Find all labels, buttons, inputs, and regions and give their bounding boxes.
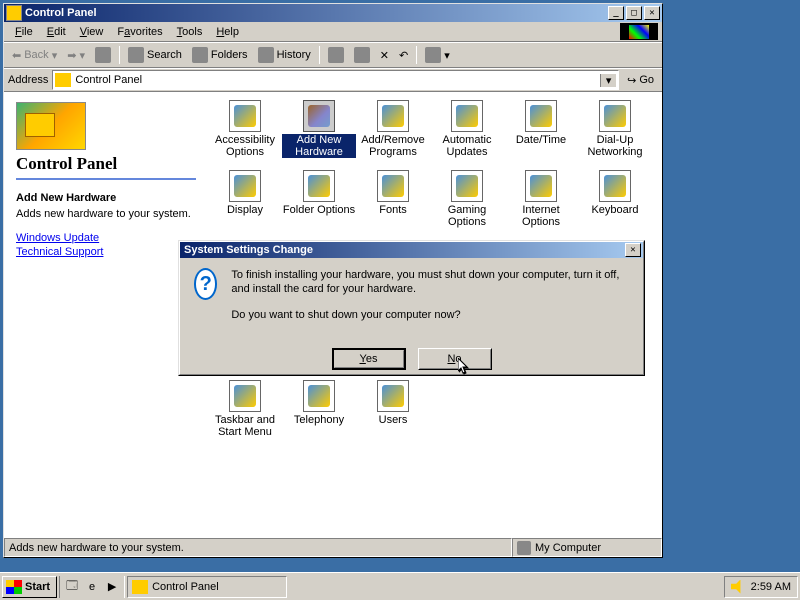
icon-keyboard[interactable]: Keyboard — [578, 170, 652, 240]
link-windows-update[interactable]: Windows Update — [16, 232, 192, 244]
dialog-text: To finish installing your hardware, you … — [231, 268, 629, 334]
titlebar[interactable]: Control Panel _ □ ✕ — [4, 4, 662, 22]
folder-icon — [6, 5, 22, 21]
history-icon — [258, 47, 274, 63]
windows-logo-icon — [620, 23, 658, 40]
icon-internet-options[interactable]: Internet Options — [504, 170, 578, 240]
back-button[interactable]: ⬅ Back ▾ — [8, 47, 61, 64]
maximize-button[interactable]: □ — [626, 6, 642, 20]
menubar: File Edit View Favorites Tools Help — [4, 22, 662, 42]
search-icon — [128, 47, 144, 63]
link-technical-support[interactable]: Technical Support — [16, 246, 192, 258]
taskbar-item-control-panel[interactable]: Control Panel — [127, 576, 287, 598]
system-tray[interactable]: 2:59 AM — [724, 576, 798, 598]
dialog-titlebar[interactable]: System Settings Change ✕ — [180, 242, 643, 258]
quick-launch: 🗔 e ▶ — [59, 576, 125, 598]
forward-button[interactable]: ➡ ▾ — [63, 47, 89, 64]
ie-icon[interactable]: e — [82, 577, 102, 597]
dialog-system-settings-change: System Settings Change ✕ ? To finish ins… — [178, 240, 645, 376]
menu-view[interactable]: View — [73, 24, 111, 40]
status-text: Adds new hardware to your system. — [4, 538, 512, 557]
icon-display[interactable]: Display — [208, 170, 282, 240]
go-button[interactable]: ↪ Go — [623, 72, 658, 89]
sidebar: Control Panel Add New Hardware Adds new … — [4, 92, 204, 537]
statusbar: Adds new hardware to your system. My Com… — [4, 537, 662, 557]
start-button[interactable]: Start — [2, 576, 57, 598]
chevron-down-icon[interactable]: ▾ — [600, 74, 616, 87]
computer-icon — [517, 541, 531, 555]
views-button[interactable]: ▾ — [421, 45, 454, 65]
sidebar-banner-icon — [16, 102, 86, 150]
close-button[interactable]: ✕ — [644, 6, 660, 20]
address-bar: Address Control Panel ▾ ↪ Go — [4, 68, 662, 92]
folders-icon — [192, 47, 208, 63]
copyto-button[interactable] — [350, 45, 374, 65]
selected-item-name: Add New Hardware — [16, 192, 192, 204]
moveto-button[interactable] — [324, 45, 348, 65]
folder-icon — [55, 73, 71, 87]
menu-file[interactable]: File — [8, 24, 40, 40]
icon-date-time[interactable]: Date/Time — [504, 100, 578, 170]
show-desktop-icon[interactable]: 🗔 — [62, 577, 82, 597]
selected-item-desc: Adds new hardware to your system. — [16, 208, 192, 220]
icon-folder-options[interactable]: Folder Options — [282, 170, 356, 240]
no-button[interactable]: No — [418, 348, 492, 370]
icon-add-new-hardware[interactable]: Add New Hardware — [282, 100, 356, 170]
history-button[interactable]: History — [254, 45, 315, 65]
icon-add-remove-programs[interactable]: Add/Remove Programs — [356, 100, 430, 170]
icon-gaming-options[interactable]: Gaming Options — [430, 170, 504, 240]
status-zone: My Computer — [512, 538, 662, 557]
delete-button[interactable]: ✕ — [376, 47, 393, 64]
toolbar: ⬅ Back ▾ ➡ ▾ Search Folders History ✕ ↶ … — [4, 42, 662, 68]
folder-icon — [132, 580, 148, 594]
windows-logo-icon — [6, 580, 22, 594]
icon-accessibility-options[interactable]: Accessibility Options — [208, 100, 282, 170]
page-title: Control Panel — [16, 154, 192, 174]
up-button[interactable] — [91, 45, 115, 65]
icon-taskbar-start-menu[interactable]: Taskbar and Start Menu — [208, 380, 282, 450]
minimize-button[interactable]: _ — [608, 6, 624, 20]
address-input[interactable]: Control Panel ▾ — [52, 70, 619, 90]
folders-button[interactable]: Folders — [188, 45, 252, 65]
icon-dial-up-networking[interactable]: Dial-Up Networking — [578, 100, 652, 170]
dialog-close-button[interactable]: ✕ — [625, 243, 641, 257]
volume-icon[interactable] — [731, 580, 745, 594]
menu-edit[interactable]: Edit — [40, 24, 73, 40]
media-player-icon[interactable]: ▶ — [102, 577, 122, 597]
menu-help[interactable]: Help — [209, 24, 246, 40]
icon-telephony[interactable]: Telephony — [282, 380, 356, 450]
menu-tools[interactable]: Tools — [170, 24, 210, 40]
address-label: Address — [8, 74, 48, 86]
undo-button[interactable]: ↶ — [395, 47, 412, 64]
taskbar: Start 🗔 e ▶ Control Panel 2:59 AM — [0, 572, 800, 600]
menu-favorites[interactable]: Favorites — [110, 24, 169, 40]
window-title: Control Panel — [25, 7, 606, 19]
icon-fonts[interactable]: Fonts — [356, 170, 430, 240]
dialog-title: System Settings Change — [182, 244, 623, 256]
question-icon: ? — [194, 268, 217, 300]
search-button[interactable]: Search — [124, 45, 186, 65]
icon-users[interactable]: Users — [356, 380, 430, 450]
icon-automatic-updates[interactable]: Automatic Updates — [430, 100, 504, 170]
clock[interactable]: 2:59 AM — [751, 581, 791, 593]
yes-button[interactable]: Yes — [332, 348, 406, 370]
